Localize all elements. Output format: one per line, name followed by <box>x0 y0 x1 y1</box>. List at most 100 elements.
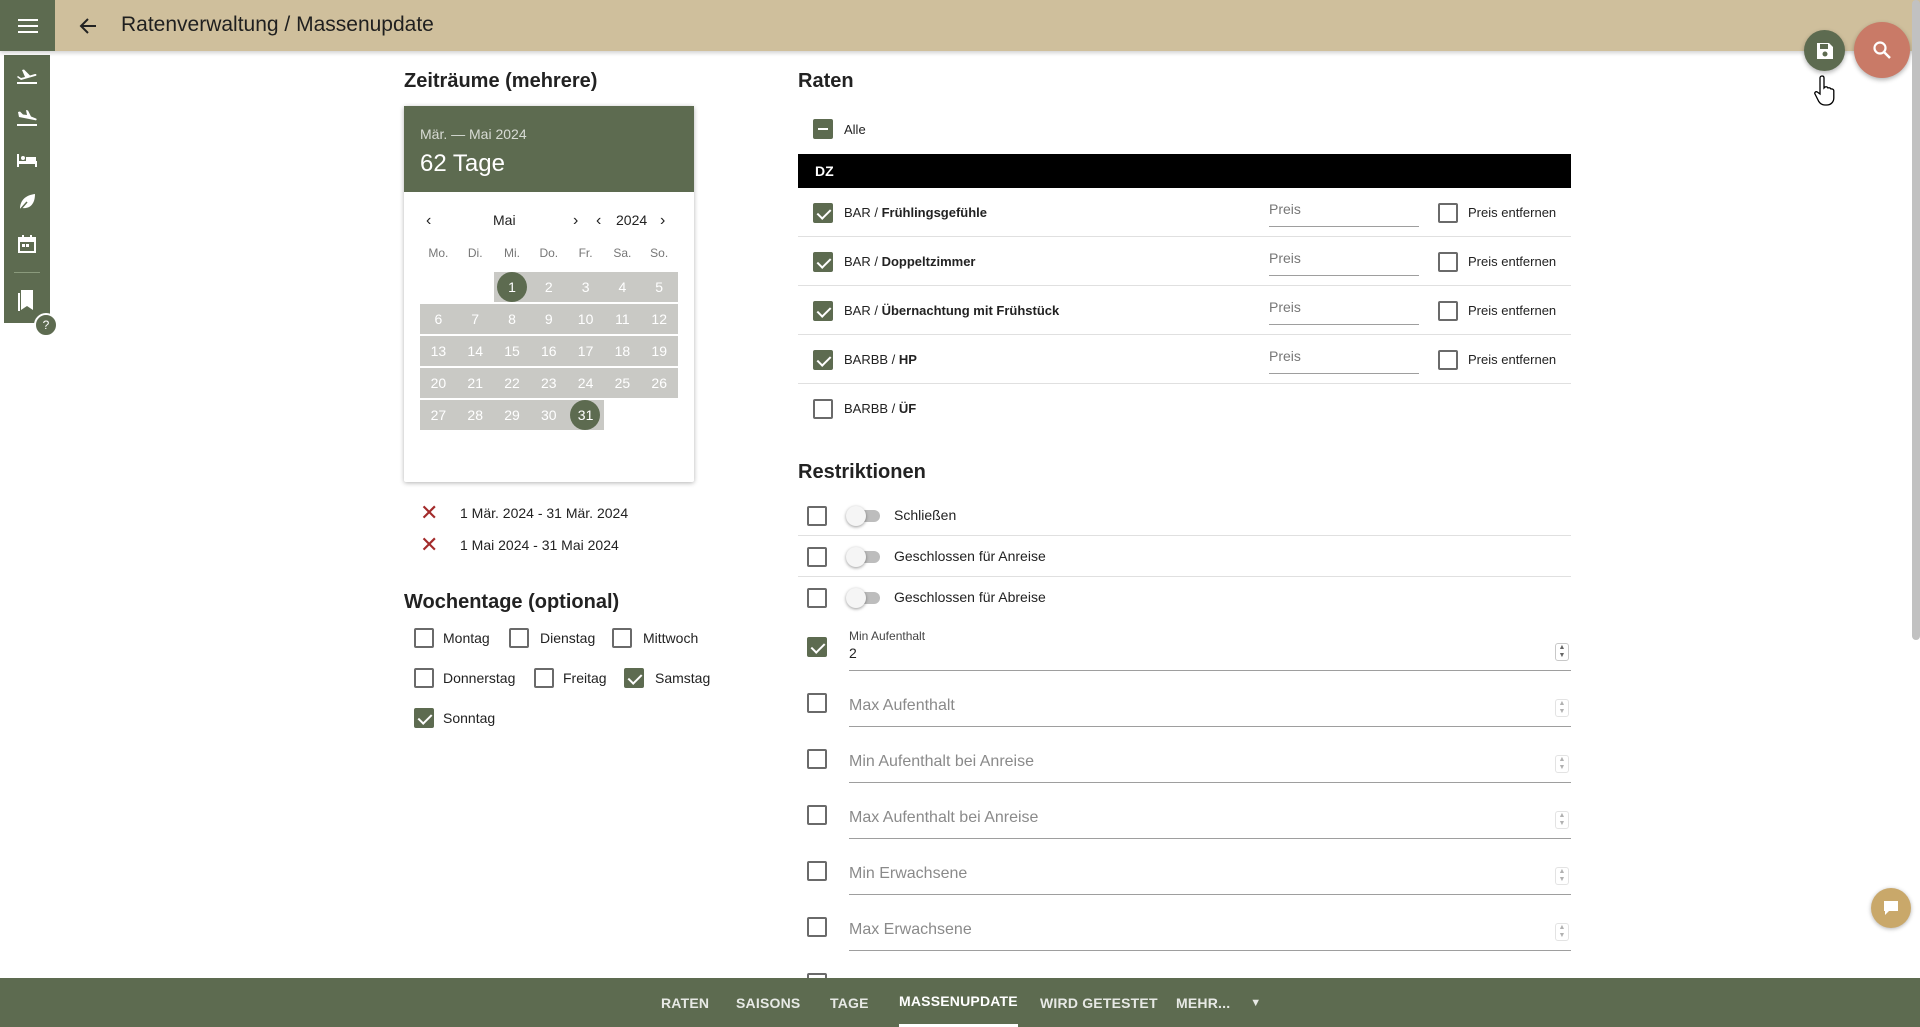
tab-raten[interactable]: RATEN <box>661 978 709 1027</box>
save-button[interactable] <box>1804 30 1845 71</box>
calendar-day[interactable]: 20 <box>420 368 457 398</box>
min-stay-input[interactable]: Min Aufenthalt 2 ▲ ▼ <box>849 625 1571 671</box>
calendar-year[interactable]: 2024 <box>616 212 647 228</box>
checkbox-donnerstag[interactable] <box>414 668 434 688</box>
menu-button[interactable] <box>0 0 55 51</box>
price-input[interactable]: Preis <box>1269 295 1419 325</box>
calendar-day[interactable]: 14 <box>456 336 494 366</box>
restriction-checkbox[interactable] <box>807 506 827 526</box>
select-all-checkbox[interactable] <box>813 119 833 139</box>
restriction-checkbox[interactable] <box>807 547 827 567</box>
search-button[interactable] <box>1854 22 1910 78</box>
rate-checkbox[interactable] <box>813 203 833 223</box>
restriction-toggle[interactable] <box>846 506 880 526</box>
price-input[interactable]: Preis <box>1269 197 1419 227</box>
rate-checkbox[interactable] <box>813 350 833 370</box>
restriction-checkbox[interactable] <box>807 637 827 657</box>
hotel-bed-icon[interactable] <box>14 147 40 173</box>
remove-period-icon[interactable]: ✕ <box>420 502 460 524</box>
checkbox-freitag[interactable] <box>534 668 554 688</box>
stepper-icon[interactable]: ▲ ▼ <box>1555 811 1569 829</box>
calendar-day[interactable]: 17 <box>567 336 604 366</box>
restriction-checkbox[interactable] <box>807 861 827 881</box>
restriction-checkbox[interactable] <box>807 693 827 713</box>
stepper-icon[interactable]: ▲ ▼ <box>1555 755 1569 773</box>
calendar-icon[interactable] <box>14 231 40 257</box>
calendar-day[interactable]: 4 <box>604 272 641 302</box>
tab-mehr[interactable]: MEHR... ▼ <box>1176 978 1261 1027</box>
restriction-checkbox[interactable] <box>807 805 827 825</box>
remove-price-checkbox[interactable] <box>1438 252 1458 272</box>
next-month-chevron-icon[interactable]: › <box>573 212 578 230</box>
flight-departure-icon[interactable] <box>14 63 40 89</box>
calendar-day[interactable]: 18 <box>604 336 641 366</box>
price-input[interactable]: Preis <box>1269 246 1419 276</box>
bookmarks-icon[interactable] <box>14 287 40 313</box>
calendar-day[interactable]: 11 <box>604 304 641 334</box>
tab-wird-getestet[interactable]: WIRD GETESTET <box>1040 978 1158 1027</box>
calendar-day[interactable]: 31 <box>567 400 604 430</box>
checkbox-montag[interactable] <box>414 628 434 648</box>
restriction-checkbox[interactable] <box>807 588 827 608</box>
calendar-day[interactable]: 29 <box>493 400 531 430</box>
calendar-day[interactable]: 9 <box>530 304 568 334</box>
back-button[interactable] <box>74 12 102 40</box>
stepper-icon[interactable]: ▲ ▼ <box>1555 867 1569 885</box>
restriction-number-input[interactable]: Min Aufenthalt bei Anreise ▲ ▼ <box>849 737 1571 783</box>
restriction-checkbox[interactable] <box>807 749 827 769</box>
restriction-number-input[interactable]: Min Erwachsene ▲ ▼ <box>849 849 1571 895</box>
price-input[interactable]: Preis <box>1269 344 1419 374</box>
support-chat-button[interactable] <box>1871 888 1911 928</box>
checkbox-dienstag[interactable] <box>509 628 529 648</box>
calendar-day[interactable]: 8 <box>493 304 531 334</box>
tab-tage[interactable]: TAGE <box>830 978 869 1027</box>
calendar-day[interactable]: 15 <box>493 336 531 366</box>
calendar-day[interactable]: 23 <box>530 368 568 398</box>
tab-massenupdate[interactable]: MASSENUPDATE <box>899 978 1018 1027</box>
rate-checkbox[interactable] <box>813 399 833 419</box>
restriction-number-input[interactable]: Max Erwachsene ▲ ▼ <box>849 905 1571 951</box>
calendar-day[interactable]: 6 <box>420 304 457 334</box>
calendar-day[interactable]: 19 <box>640 336 678 366</box>
prev-year-chevron-icon[interactable]: ‹ <box>596 212 601 230</box>
calendar-day[interactable]: 27 <box>420 400 457 430</box>
calendar-day[interactable]: 22 <box>493 368 531 398</box>
prev-month-chevron-icon[interactable]: ‹ <box>426 212 431 230</box>
calendar-day[interactable]: 26 <box>640 368 678 398</box>
stepper-icon[interactable]: ▲ ▼ <box>1555 923 1569 941</box>
checkbox-sonntag[interactable] <box>414 708 434 728</box>
calendar-day[interactable]: 5 <box>640 272 678 302</box>
calendar-month[interactable]: Mai <box>493 212 516 228</box>
restriction-toggle[interactable] <box>846 588 880 608</box>
calendar-day[interactable]: 2 <box>530 272 568 302</box>
checkbox-samstag[interactable] <box>624 668 644 688</box>
checkbox-mittwoch[interactable] <box>612 628 632 648</box>
calendar-day[interactable]: 12 <box>640 304 678 334</box>
stepper-icon[interactable]: ▲ ▼ <box>1555 643 1569 661</box>
calendar-day[interactable]: 30 <box>530 400 568 430</box>
calendar-day[interactable]: 1 <box>493 272 531 302</box>
calendar-day[interactable]: 24 <box>567 368 604 398</box>
remove-price-checkbox[interactable] <box>1438 301 1458 321</box>
restriction-toggle[interactable] <box>846 547 880 567</box>
leaf-icon[interactable] <box>14 189 40 215</box>
tab-saisons[interactable]: SAISONS <box>736 978 800 1027</box>
remove-period-icon[interactable]: ✕ <box>420 534 460 556</box>
calendar-day[interactable]: 25 <box>604 368 641 398</box>
restriction-number-input[interactable]: Max Aufenthalt ▲ ▼ <box>849 681 1571 727</box>
restriction-number-input[interactable]: Max Aufenthalt bei Anreise ▲ ▼ <box>849 793 1571 839</box>
restriction-checkbox[interactable] <box>807 917 827 937</box>
remove-price-checkbox[interactable] <box>1438 350 1458 370</box>
calendar-day[interactable]: 10 <box>567 304 604 334</box>
flight-arrival-icon[interactable] <box>14 105 40 131</box>
calendar-day[interactable]: 3 <box>567 272 604 302</box>
calendar-day[interactable]: 7 <box>456 304 494 334</box>
calendar-day[interactable]: 16 <box>530 336 568 366</box>
stepper-icon[interactable]: ▲ ▼ <box>1555 699 1569 717</box>
calendar-day[interactable]: 28 <box>456 400 494 430</box>
rate-checkbox[interactable] <box>813 301 833 321</box>
calendar-day[interactable]: 21 <box>456 368 494 398</box>
rate-checkbox[interactable] <box>813 252 833 272</box>
calendar-day[interactable]: 13 <box>420 336 457 366</box>
help-icon[interactable]: ? <box>34 313 58 337</box>
